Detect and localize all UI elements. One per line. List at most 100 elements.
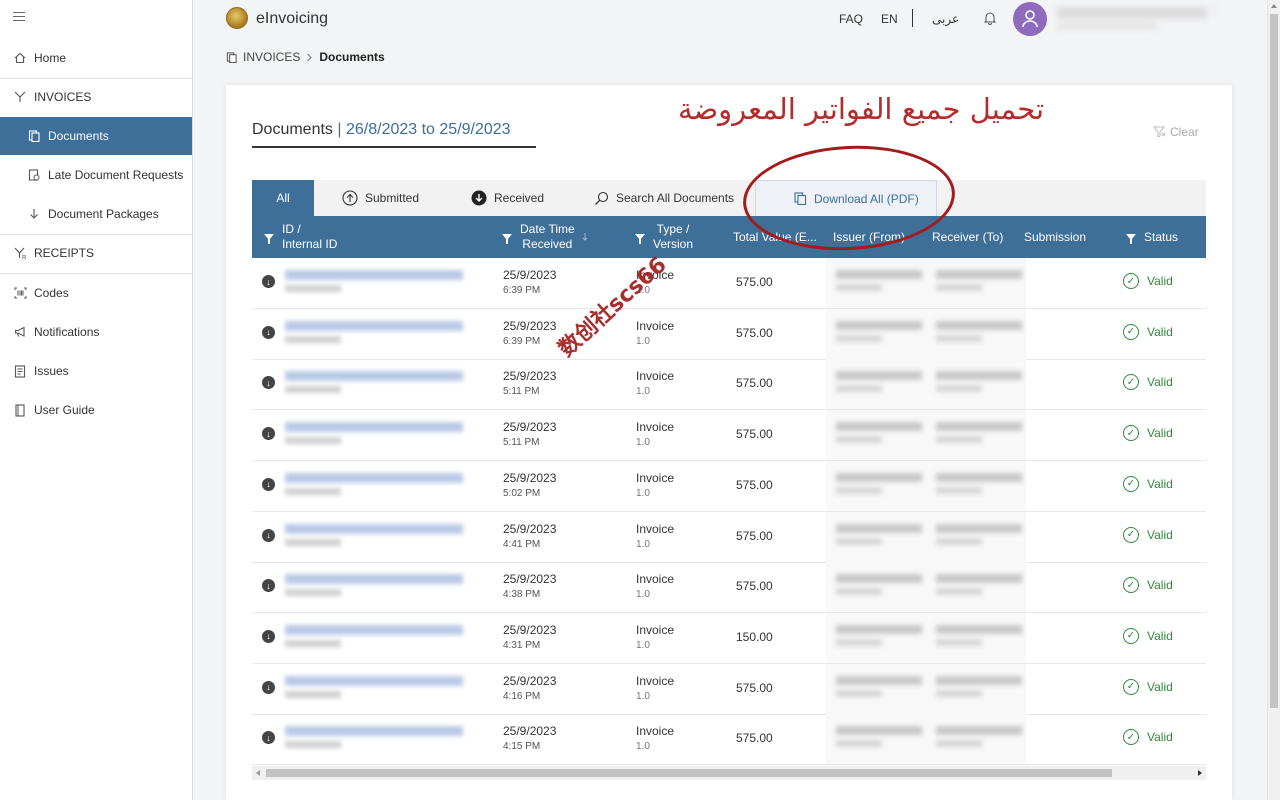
clear-filter-button[interactable]: Clear [1153, 125, 1199, 139]
sidebar-item-codes[interactable]: Codes [0, 274, 192, 312]
internal-id-redacted [285, 690, 341, 698]
table-row[interactable]: ↓ 25/9/2023 4:31 PM Invoice 1.0 150.00 ✓ Valid [252, 612, 1206, 664]
barcode-icon [13, 286, 27, 300]
column-date-time[interactable]: Date Time Received [502, 216, 589, 258]
filter-icon[interactable] [1126, 234, 1136, 244]
scroll-up-icon[interactable] [1271, 4, 1277, 8]
language-ar-link[interactable]: عربى [932, 12, 959, 26]
sidebar-item-issues[interactable]: Issues [0, 352, 192, 390]
sidebar-item-notifications[interactable]: Notifications [0, 313, 192, 351]
document-id-redacted[interactable] [285, 574, 463, 585]
download-circle-icon[interactable]: ↓ [262, 528, 275, 542]
sidebar-item-late-document-requests[interactable]: Late Document Requests [0, 156, 192, 194]
scroll-right-icon[interactable] [1198, 770, 1202, 776]
vertical-scrollbar[interactable] [1267, 0, 1280, 800]
download-circle-icon[interactable]: ↓ [262, 275, 275, 288]
sort-arrow-icon[interactable] [581, 232, 589, 242]
status-badge: ✓ Valid [1123, 526, 1173, 543]
sidebar-item-home[interactable]: Home [0, 39, 192, 77]
table-row[interactable]: ↓ 25/9/2023 5:11 PM Invoice 1.0 575.00 ✓ Valid [252, 359, 1206, 411]
download-circle-icon[interactable]: ↓ [262, 629, 275, 643]
download-circle-icon[interactable]: ↓ [262, 680, 275, 694]
document-id-redacted[interactable] [285, 523, 463, 534]
breadcrumb-invoices[interactable]: INVOICES [243, 50, 300, 64]
download-circle-icon[interactable]: ↓ [262, 477, 275, 491]
receiver-id-redacted [936, 740, 982, 748]
type-cell: Invoice [636, 420, 675, 435]
filter-icon[interactable] [635, 234, 645, 244]
sidebar-item-documents[interactable]: Documents [0, 117, 192, 155]
table-row[interactable]: ↓ 25/9/2023 6:39 PM Invoice 1.0 575.00 ✓ Valid [252, 258, 1206, 309]
tab-all[interactable]: All [252, 180, 314, 216]
tab-label: Search All Documents [616, 191, 735, 205]
faq-link[interactable]: FAQ [839, 12, 863, 26]
filter-icon[interactable] [264, 234, 274, 244]
breadcrumb: INVOICES Documents [226, 50, 385, 64]
column-type-version[interactable]: Type / Version [635, 216, 693, 258]
table-row[interactable]: ↓ 25/9/2023 4:16 PM Invoice 1.0 575.00 ✓ Valid [252, 663, 1206, 715]
type-cell: Invoice [636, 369, 675, 384]
download-circle-icon[interactable]: ↓ [262, 376, 275, 390]
issuer-redacted [836, 574, 922, 584]
tab-submitted[interactable]: Submitted [342, 180, 419, 216]
document-id-redacted[interactable] [285, 422, 463, 433]
column-id[interactable]: ID / Internal ID [264, 216, 337, 258]
download-circle-icon[interactable]: ↓ [262, 325, 275, 339]
sidebar-item-invoices[interactable]: INVOICES [0, 78, 192, 116]
sidebar-item-receipts[interactable]: R RECEIPTS [0, 234, 192, 272]
download-circle-icon[interactable]: ↓ [262, 579, 275, 593]
download-circle-icon[interactable]: ↓ [262, 427, 275, 441]
language-en-link[interactable]: EN [881, 12, 898, 26]
sidebar-item-label: RECEIPTS [34, 246, 95, 260]
hamburger-menu-icon[interactable] [13, 12, 25, 24]
issuer-id-redacted [836, 537, 882, 545]
date-range[interactable]: | 26/8/2023 to 25/9/2023 [337, 121, 510, 138]
document-id-redacted[interactable] [285, 726, 463, 737]
internal-id-redacted [285, 437, 341, 445]
tab-search-all-documents[interactable]: Search All Documents [594, 180, 734, 216]
version-cell: 1.0 [636, 589, 650, 601]
type-cell: Invoice [636, 724, 675, 739]
avatar[interactable] [1013, 2, 1047, 36]
status-badge: ✓ Valid [1123, 627, 1173, 644]
sidebar-item-document-packages[interactable]: Document Packages [0, 195, 192, 233]
sidebar-item-user-guide[interactable]: User Guide [0, 391, 192, 429]
document-id-redacted[interactable] [285, 624, 463, 635]
version-cell: 1.0 [636, 639, 650, 651]
document-id-redacted[interactable] [285, 320, 463, 331]
column-status[interactable]: Status [1126, 216, 1178, 258]
sidebar-item-label: Notifications [34, 325, 100, 339]
table-row[interactable]: ↓ 25/9/2023 5:02 PM Invoice 1.0 575.00 ✓ Valid [252, 460, 1206, 512]
table-row[interactable]: ↓ 25/9/2023 4:15 PM Invoice 1.0 575.00 ✓ Valid [252, 714, 1206, 766]
download-circle-icon[interactable]: ↓ [262, 731, 275, 745]
time-cell: 6:39 PM [503, 335, 541, 347]
tab-received[interactable]: Received [471, 180, 544, 216]
internal-id-redacted [285, 285, 341, 292]
tab-label: All [276, 191, 290, 205]
document-id-redacted[interactable] [285, 371, 463, 382]
time-cell: 5:02 PM [503, 487, 541, 499]
bell-icon[interactable] [983, 11, 997, 25]
scrollbar-thumb[interactable] [266, 769, 1112, 777]
issuer-redacted [836, 320, 922, 330]
table-row[interactable]: ↓ 25/9/2023 6:39 PM Invoice 1.0 575.00 ✓ Valid [252, 308, 1206, 360]
receipts-icon: R [13, 246, 27, 260]
table-row[interactable]: ↓ 25/9/2023 4:41 PM Invoice 1.0 575.00 ✓ Valid [252, 511, 1206, 563]
column-submission[interactable]: Submission [1024, 216, 1086, 258]
table-row[interactable]: ↓ 25/9/2023 4:38 PM Invoice 1.0 575.00 ✓ Valid [252, 562, 1206, 614]
scrollbar-thumb[interactable] [1270, 14, 1278, 708]
document-id-redacted[interactable] [285, 472, 463, 483]
scroll-left-icon[interactable] [256, 770, 260, 776]
column-receiver[interactable]: Receiver (To) [932, 216, 1003, 258]
document-id-redacted[interactable] [285, 675, 463, 686]
user-role-redacted [1057, 22, 1157, 30]
filter-icon[interactable] [502, 234, 512, 244]
more-icon[interactable] [1213, 4, 1217, 16]
date-cell: 25/9/2023 [503, 724, 557, 739]
table-row[interactable]: ↓ 25/9/2023 5:11 PM Invoice 1.0 575.00 ✓ Valid [252, 410, 1206, 462]
internal-id-redacted [285, 639, 341, 647]
horizontal-scrollbar[interactable] [252, 766, 1206, 780]
status-badge: ✓ Valid [1123, 577, 1173, 594]
document-id-redacted[interactable] [285, 270, 463, 280]
documents-card: Documents | 26/8/2023 to 25/9/2023 Clear… [226, 85, 1232, 800]
